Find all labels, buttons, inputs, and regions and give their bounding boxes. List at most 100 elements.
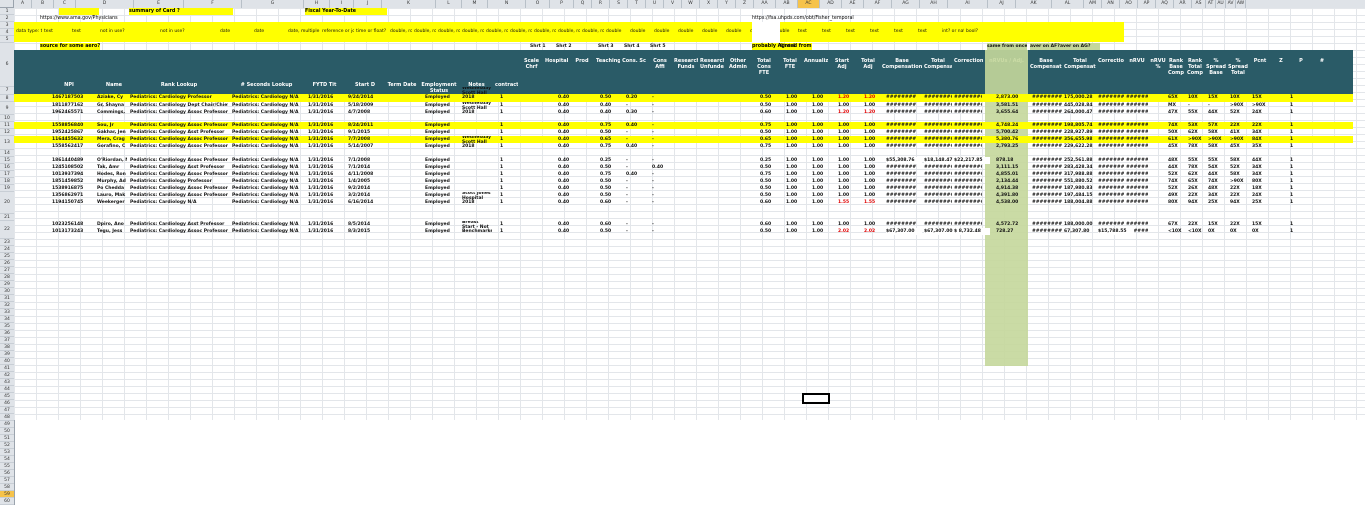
table-cell[interactable]: 0X	[1252, 228, 1272, 235]
table-cell[interactable]: 49X	[1168, 192, 1188, 199]
column-header-v[interactable]: V	[664, 0, 682, 8]
table-cell[interactable]: ########	[886, 102, 920, 109]
row-header-46[interactable]: 46	[0, 400, 14, 407]
table-cell[interactable]: ########	[924, 199, 952, 206]
table-cell[interactable]: ########	[1098, 178, 1124, 185]
table-cell[interactable]: ########	[954, 192, 982, 199]
table-cell[interactable]: 26X	[1188, 185, 1208, 192]
table-cell[interactable]: 0.50	[760, 164, 782, 171]
table-cell[interactable]: 44X	[1168, 164, 1188, 171]
table-cell[interactable]: 94X	[1230, 199, 1250, 206]
currency-cell[interactable]: $22,217.85	[954, 157, 990, 164]
table-cell[interactable]: 1/31/2016	[308, 129, 342, 136]
table-cell[interactable]: 1.00	[812, 136, 834, 143]
column-header-m[interactable]: M	[462, 0, 488, 8]
table-cell[interactable]: 62X	[1188, 171, 1208, 178]
type-cell[interactable]: not in use?	[160, 28, 218, 35]
table-cell[interactable]: 0.50	[760, 192, 782, 199]
table-cell[interactable]: <10X	[1168, 228, 1188, 235]
row-header-49[interactable]: 49	[0, 421, 14, 428]
table-cell[interactable]: ########	[1098, 102, 1124, 109]
table-cell[interactable]: 0.40	[558, 129, 580, 136]
table-cell[interactable]: Dpiro, Ano	[97, 221, 127, 228]
type-cell[interactable]: text	[894, 28, 916, 35]
table-cell[interactable]: Employed	[425, 164, 457, 171]
table-cell[interactable]: 188,004.88	[1064, 199, 1096, 206]
table-cell[interactable]: -	[652, 122, 674, 129]
table-cell[interactable]: 1	[500, 228, 508, 235]
table-cell[interactable]: 1962465571	[52, 109, 94, 116]
table-cell[interactable]: 1.00	[786, 178, 808, 185]
table-cell[interactable]: -	[626, 192, 648, 199]
table-cell[interactable]: Pediatrics: Cardiology N/A	[232, 192, 302, 199]
table-cell[interactable]: 7/7/2008	[348, 136, 382, 143]
currency-cell[interactable]: $ 8,732.48	[954, 228, 990, 235]
table-cell[interactable]: 1.00	[812, 171, 834, 178]
table-cell[interactable]: 1	[1290, 171, 1296, 178]
column-header-as[interactable]: AS	[1192, 0, 1206, 8]
table-cell[interactable]: 1.00	[864, 122, 886, 129]
table-cell[interactable]: 4/11/2008	[348, 171, 382, 178]
row-header-12[interactable]: 12	[0, 129, 14, 136]
table-cell[interactable]: 1	[500, 199, 508, 206]
table-cell[interactable]: 1	[1290, 109, 1296, 116]
table-cell[interactable]: -	[626, 136, 648, 143]
table-cell[interactable]: 47X	[1168, 109, 1188, 116]
column-header-q[interactable]: Q	[574, 0, 592, 8]
table-cell[interactable]: 175,000.28	[1064, 94, 1096, 101]
table-cell[interactable]: 1.20	[864, 94, 886, 101]
table-cell[interactable]: 1/31/2016	[308, 136, 342, 143]
table-cell[interactable]: 1	[500, 122, 508, 129]
table-cell[interactable]: 57X	[1208, 122, 1228, 129]
table-cell[interactable]: 1	[500, 109, 508, 116]
row-header-16[interactable]: 16	[0, 164, 14, 171]
table-cell[interactable]: 0.50	[760, 228, 782, 235]
table-cell[interactable]: 5/14/2007	[348, 143, 382, 150]
table-cell[interactable]: 67X	[1168, 221, 1188, 228]
table-cell[interactable]: 0.25	[600, 157, 622, 164]
table-cell[interactable]: 0.50	[600, 185, 622, 192]
table-cell[interactable]: 1	[500, 94, 508, 101]
table-cell[interactable]: 15X	[1252, 94, 1272, 101]
table-cell[interactable]: ########	[1098, 164, 1124, 171]
table-cell[interactable]: O'Riordan, N	[97, 157, 127, 164]
table-cell[interactable]: Pediatrics: Cardiology Assoc Professor	[130, 157, 228, 164]
row-header-27[interactable]: 27	[0, 267, 14, 274]
table-cell[interactable]: 1/4/2005	[348, 178, 382, 185]
table-cell[interactable]: 1.00	[786, 122, 808, 129]
row-header-19[interactable]: 19	[0, 185, 14, 192]
table-cell[interactable]: 1.00	[864, 129, 886, 136]
column-header-av[interactable]: AV	[1226, 0, 1236, 8]
row-header-13[interactable]: 13	[0, 136, 14, 150]
table-cell[interactable]: 1811877162	[52, 102, 94, 109]
table-cell[interactable]: Sou, Jr	[97, 122, 127, 129]
table-cell[interactable]: Pediatrics: Cardiology Assoc Professor	[130, 185, 228, 192]
table-cell[interactable]: 65X	[1168, 94, 1188, 101]
table-cell[interactable]: 1.00	[864, 178, 886, 185]
table-cell[interactable]: 1	[1290, 129, 1296, 136]
table-cell[interactable]: 1.00	[786, 185, 808, 192]
row-header-37[interactable]: 37	[0, 337, 14, 344]
table-cell[interactable]: 34X	[1208, 192, 1228, 199]
table-cell[interactable]: Pediatrics: Cardiology N/A	[232, 122, 302, 129]
table-cell[interactable]: 1.00	[786, 136, 808, 143]
table-cell[interactable]: 1.00	[812, 109, 834, 116]
table-cell[interactable]: 1	[500, 178, 508, 185]
table-cell[interactable]: 0.40	[558, 136, 580, 143]
table-cell[interactable]: ########	[1126, 136, 1148, 143]
table-cell[interactable]: 1	[500, 171, 508, 178]
table-cell[interactable]: Employed	[425, 171, 457, 178]
type-cell[interactable]: double, ro	[414, 28, 436, 35]
table-cell[interactable]: 1.00	[838, 136, 860, 143]
table-cell[interactable]: 0.20	[626, 94, 648, 101]
table-cell[interactable]: 9/2/2014	[348, 185, 382, 192]
row-header-52[interactable]: 52	[0, 442, 14, 449]
row-header-4[interactable]: 4	[0, 29, 14, 36]
table-cell[interactable]: Pediatrics: Cardiology N/A	[232, 171, 302, 178]
type-cell[interactable]: date	[220, 28, 252, 35]
table-cell[interactable]: 1.00	[838, 185, 860, 192]
table-cell[interactable]: 0.40	[626, 122, 648, 129]
select-all-corner[interactable]	[0, 0, 14, 8]
table-cell[interactable]: 4,914.38	[996, 185, 1026, 192]
table-cell[interactable]: 3/2/2014	[348, 192, 382, 199]
